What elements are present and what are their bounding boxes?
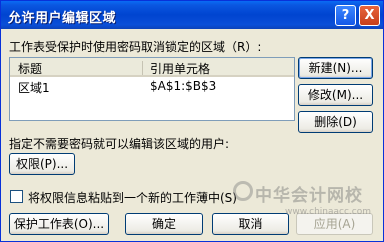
close-button[interactable]: X <box>359 5 380 26</box>
apply-button[interactable]: 应用(A) <box>296 213 373 235</box>
title-bar[interactable]: 允许用户编辑区域 ? X <box>1 1 383 29</box>
help-icon: ? <box>341 8 350 23</box>
watermark-text: 中华会计网校 <box>255 186 363 206</box>
ok-button[interactable]: 确定 <box>125 213 203 235</box>
new-button[interactable]: 新建(N)... <box>298 57 373 79</box>
list-item[interactable]: 区域1 $A$1:$B$3 <box>10 77 294 95</box>
modify-button[interactable]: 修改(M)... <box>298 84 373 106</box>
ranges-listbox[interactable]: 标题 引用单元格 区域1 $A$1:$B$3 <box>9 57 295 121</box>
column-header-title[interactable]: 标题 <box>18 60 42 77</box>
allow-users-edit-ranges-dialog: 允许用户编辑区域 ? X 工作表受保护时使用密码取消锁定的区域（R）: 标题 引… <box>0 0 384 242</box>
cancel-button[interactable]: 取消 <box>212 213 289 235</box>
dialog-title: 允许用户编辑区域 <box>8 11 117 26</box>
ranges-label: 工作表受保护时使用密码取消锁定的区域（R）: <box>9 40 262 54</box>
permissions-button[interactable]: 权限(P)... <box>9 153 75 175</box>
list-header: 标题 引用单元格 <box>10 58 294 77</box>
close-icon: X <box>364 8 375 23</box>
range-reference: $A$1:$B$3 <box>150 79 217 93</box>
paste-permissions-checkbox[interactable] <box>10 190 23 203</box>
delete-button[interactable]: 删除(D) <box>298 111 373 133</box>
column-header-refers-to[interactable]: 引用单元格 <box>150 60 210 77</box>
permission-label: 指定不需要密码就可以编辑该区域的用户: <box>9 137 230 151</box>
protect-sheet-button[interactable]: 保护工作表(O)... <box>9 213 109 235</box>
range-title: 区域1 <box>18 81 50 95</box>
column-divider[interactable] <box>142 61 143 75</box>
help-button[interactable]: ? <box>335 5 356 26</box>
paste-permissions-label[interactable]: 将权限信息粘贴到一个新的工作薄中(S) <box>28 189 237 206</box>
